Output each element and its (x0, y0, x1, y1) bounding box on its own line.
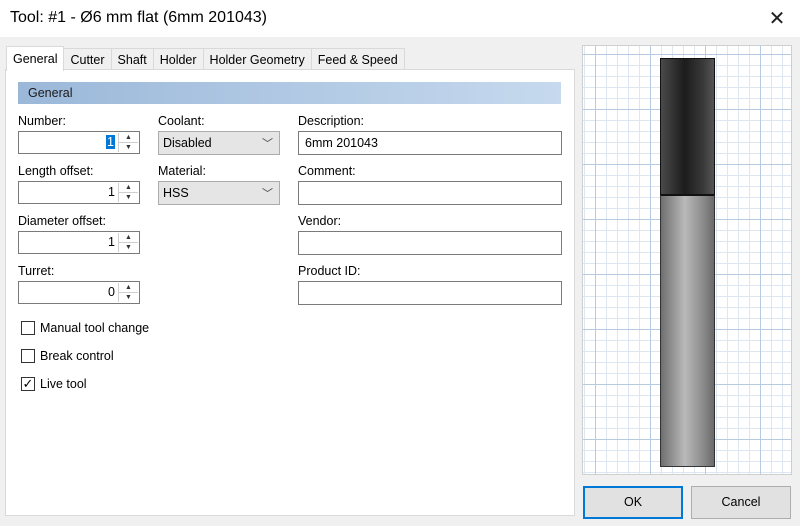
manual-tool-change-label: Manual tool change (40, 321, 150, 335)
diameter-offset-spinbox[interactable]: 1 ▲ ▼ (18, 231, 140, 254)
chevron-down-icon: ﹀ (262, 138, 273, 150)
material-select[interactable]: HSS ﹀ (158, 181, 280, 205)
spin-down-icon[interactable]: ▼ (119, 192, 138, 202)
description-value: 6mm 201043 (305, 136, 378, 150)
spin-down-icon[interactable]: ▼ (119, 142, 138, 152)
product-id-label: Product ID: (298, 264, 361, 278)
general-panel: General Number: 1 ▲ ▼ Length offset: 1 ▲… (5, 69, 575, 516)
diameter-offset-value: 1 (108, 235, 115, 249)
number-value: 1 (106, 135, 115, 149)
live-tool-checkbox[interactable]: ✓ Live tool (21, 377, 87, 391)
length-offset-label: Length offset: (18, 164, 94, 178)
spin-down-icon[interactable]: ▼ (119, 292, 138, 302)
tab-holder-geometry[interactable]: Holder Geometry (202, 48, 312, 71)
close-icon[interactable]: ✕ (754, 0, 800, 37)
spin-up-icon[interactable]: ▲ (119, 283, 138, 292)
manual-tool-change-box[interactable] (21, 321, 35, 335)
tool-cutter-graphic (660, 58, 715, 195)
number-spin-arrows[interactable]: ▲ ▼ (118, 133, 138, 152)
spin-up-icon[interactable]: ▲ (119, 183, 138, 192)
check-icon[interactable]: ✓ (21, 377, 35, 391)
title-bar: Tool: #1 - Ø6 mm flat (6mm 201043) ✕ (0, 0, 800, 37)
coolant-value: Disabled (163, 136, 212, 150)
turret-spin-arrows[interactable]: ▲ ▼ (118, 283, 138, 302)
dialog-body: General Cutter Shaft Holder Holder Geome… (0, 37, 800, 526)
spin-down-icon[interactable]: ▼ (119, 242, 138, 252)
comment-field[interactable] (298, 181, 562, 205)
number-label: Number: (18, 114, 66, 128)
tab-holder[interactable]: Holder (152, 48, 204, 71)
tool-preview (582, 45, 792, 475)
length-offset-spin-arrows[interactable]: ▲ ▼ (118, 183, 138, 202)
manual-tool-change-checkbox[interactable]: Manual tool change (21, 321, 149, 335)
cancel-button[interactable]: Cancel (691, 486, 791, 519)
live-tool-label: Live tool (40, 377, 87, 391)
material-label: Material: (158, 164, 206, 178)
length-offset-value: 1 (108, 185, 115, 199)
turret-spinbox[interactable]: 0 ▲ ▼ (18, 281, 140, 304)
diameter-offset-spin-arrows[interactable]: ▲ ▼ (118, 233, 138, 252)
section-header: General (18, 82, 561, 104)
break-control-label: Break control (40, 349, 114, 363)
tab-cutter[interactable]: Cutter (63, 48, 112, 71)
material-value: HSS (163, 186, 189, 200)
ok-button[interactable]: OK (583, 486, 683, 519)
comment-label: Comment: (298, 164, 356, 178)
vendor-label: Vendor: (298, 214, 342, 228)
coolant-select[interactable]: Disabled ﹀ (158, 131, 280, 155)
tool-shank-graphic (660, 195, 715, 467)
length-offset-spinbox[interactable]: 1 ▲ ▼ (18, 181, 140, 204)
vendor-field[interactable] (298, 231, 562, 255)
window-title: Tool: #1 - Ø6 mm flat (6mm 201043) (10, 9, 267, 26)
diameter-offset-label: Diameter offset: (18, 214, 107, 228)
tab-strip: General Cutter Shaft Holder Holder Geome… (6, 46, 405, 71)
spin-up-icon[interactable]: ▲ (119, 133, 138, 142)
number-spinbox[interactable]: 1 ▲ ▼ (18, 131, 140, 154)
description-field[interactable]: 6mm 201043 (298, 131, 562, 155)
product-id-field[interactable] (298, 281, 562, 305)
description-label: Description: (298, 114, 364, 128)
coolant-label: Coolant: (158, 114, 205, 128)
chevron-down-icon: ﹀ (262, 188, 273, 200)
break-control-box[interactable] (21, 349, 35, 363)
tab-feed-speed[interactable]: Feed & Speed (310, 48, 405, 71)
break-control-checkbox[interactable]: Break control (21, 349, 114, 363)
tab-shaft[interactable]: Shaft (110, 48, 154, 71)
spin-up-icon[interactable]: ▲ (119, 233, 138, 242)
turret-value: 0 (108, 285, 115, 299)
tab-general[interactable]: General (6, 46, 65, 71)
turret-label: Turret: (18, 264, 55, 278)
